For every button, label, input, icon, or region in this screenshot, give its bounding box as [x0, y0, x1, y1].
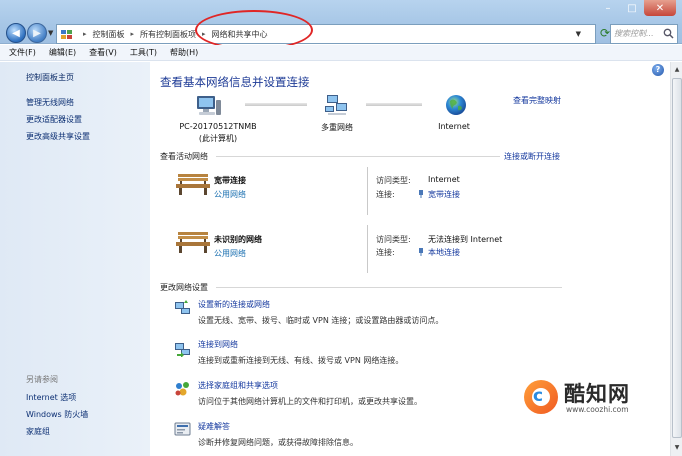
change-settings-heading: 更改网络设置 [160, 283, 208, 292]
back-button[interactable]: ◀ [6, 23, 26, 43]
full-map-link[interactable]: 查看完整映射 [513, 95, 561, 106]
task-setup-connection[interactable]: 设置新的连接或网络 [198, 299, 270, 310]
connection-link[interactable]: 本地连接 [418, 247, 460, 258]
access-type-label: 访问类型: [376, 176, 411, 185]
internet-label: Internet [438, 122, 470, 131]
network-name: 宽带连接 [214, 176, 246, 185]
minimize-button[interactable]: – [596, 0, 620, 16]
connect-disconnect-link[interactable]: 连接或断开连接 [504, 151, 560, 162]
maximize-button[interactable]: □ [620, 0, 644, 16]
task-description: 连接到或重新连接到无线、有线、拨号或 VPN 网络连接。 [198, 356, 404, 365]
close-button[interactable]: ✕ [644, 0, 676, 16]
forward-button[interactable]: ▶ [27, 23, 47, 43]
task-description: 访问位于其他网络计算机上的文件和打印机，或更改共享设置。 [198, 397, 422, 406]
history-dropdown[interactable]: ▼ [48, 29, 53, 37]
bench-network-icon [176, 232, 210, 253]
highlight-annotation [195, 10, 313, 50]
menu-edit[interactable]: 编辑(E) [49, 47, 76, 58]
access-type-value: 无法连接到 Internet [428, 235, 503, 244]
sidebar-change-adapter[interactable]: 更改适配器设置 [26, 114, 82, 125]
task-description: 设置无线、宽带、拨号、临时或 VPN 连接；或设置路由器或访问点。 [198, 316, 444, 325]
bench-network-icon [176, 174, 210, 195]
task-description: 诊断并修复网络问题，或获得故障排除信息。 [198, 438, 358, 447]
troubleshoot-icon [174, 422, 191, 436]
homegroup-icon [175, 382, 189, 396]
sidebar-internet-options[interactable]: Internet 选项 [26, 392, 76, 403]
sidebar-advanced-sharing[interactable]: 更改高级共享设置 [26, 131, 90, 142]
scroll-up-arrow-icon[interactable]: ▲ [671, 64, 682, 76]
search-placeholder: 搜索控制... [614, 29, 654, 38]
scroll-thumb[interactable] [672, 78, 682, 438]
scroll-down-arrow-icon[interactable]: ▼ [671, 442, 682, 454]
multiple-networks-icon [325, 95, 347, 115]
window-controls: – □ ✕ [596, 0, 676, 18]
address-bar[interactable]: ▸ 控制面板 ▸ 所有控制面板项 ▸ 网络和共享中心 ▼ [56, 24, 596, 44]
network-link-line [366, 103, 422, 106]
divider [367, 225, 368, 273]
access-type-label: 访问类型: [376, 235, 411, 244]
section-rule [216, 287, 562, 288]
control-panel-icon [61, 29, 72, 39]
address-dropdown[interactable]: ▼ [576, 30, 581, 38]
computer-sub-label: (此计算机) [198, 134, 238, 143]
arrow-right-icon: ▶ [33, 27, 41, 39]
sidebar: 控制面板主页 管理无线网络 更改适配器设置 更改高级共享设置 另请参阅 Inte… [0, 62, 150, 456]
vertical-scrollbar[interactable]: ▲ ▼ [670, 62, 682, 456]
plug-icon [419, 190, 423, 198]
sidebar-see-also-heading: 另请参阅 [26, 375, 58, 384]
divider [367, 167, 368, 215]
internet-globe-icon [446, 95, 466, 115]
plug-icon [419, 248, 423, 256]
page-title: 查看基本网络信息并设置连接 [160, 75, 310, 89]
network-link-line [245, 103, 307, 106]
search-icon [663, 28, 674, 39]
access-type-value: Internet [428, 175, 460, 184]
connection-name: 本地连接 [428, 248, 460, 257]
connection-name: 宽带连接 [428, 190, 460, 199]
breadcrumb-control-panel[interactable]: 控制面板 [93, 29, 125, 40]
watermark-logo-icon: c [524, 380, 558, 414]
connection-label: 连接: [376, 190, 395, 199]
menu-help[interactable]: 帮助(H) [170, 47, 198, 58]
sidebar-manage-wireless[interactable]: 管理无线网络 [26, 97, 74, 108]
computer-icon [197, 96, 221, 115]
menu-tools[interactable]: 工具(T) [130, 47, 157, 58]
section-rule [216, 156, 500, 157]
breadcrumb-all-items[interactable]: 所有控制面板项 [140, 29, 196, 40]
watermark-title: 酷知网 [564, 382, 630, 406]
new-connection-icon [175, 300, 190, 314]
network-name: 未识别的网络 [214, 235, 262, 244]
sidebar-control-panel-home[interactable]: 控制面板主页 [26, 72, 74, 83]
search-input[interactable]: 搜索控制... [610, 24, 678, 44]
help-icon[interactable]: ? [652, 64, 664, 76]
network-type-link[interactable]: 公用网络 [214, 189, 246, 200]
task-connect-network[interactable]: 连接到网络 [198, 339, 238, 350]
connection-label: 连接: [376, 248, 395, 257]
connection-link[interactable]: 宽带连接 [418, 189, 460, 200]
active-networks-heading: 查看活动网络 [160, 152, 208, 161]
sidebar-homegroup[interactable]: 家庭组 [26, 426, 50, 437]
watermark: c 酷知网 www.coozhi.com [524, 378, 656, 418]
menu-file[interactable]: 文件(F) [9, 47, 36, 58]
connect-network-icon [175, 343, 190, 357]
title-bar: – □ ✕ ◀ ▶ ▼ ▸ 控制面板 ▸ 所有控制面板项 ▸ 网络和共享中心 ▼… [0, 0, 682, 50]
network-type-link[interactable]: 公用网络 [214, 248, 246, 259]
sidebar-windows-firewall[interactable]: Windows 防火墙 [26, 409, 88, 420]
computer-node-label: PC-20170512TNMB (此计算机) [178, 122, 258, 144]
arrow-left-icon: ◀ [12, 27, 20, 39]
menu-view[interactable]: 查看(V) [89, 47, 117, 58]
task-troubleshoot[interactable]: 疑难解答 [198, 421, 230, 432]
computer-name: PC-20170512TNMB [179, 122, 257, 131]
task-homegroup-sharing[interactable]: 选择家庭组和共享选项 [198, 380, 278, 391]
menu-bar: 文件(F) 编辑(E) 查看(V) 工具(T) 帮助(H) [0, 45, 682, 61]
breadcrumb-separator: ▸ [83, 30, 87, 38]
watermark-url: www.coozhi.com [566, 405, 629, 414]
breadcrumb-separator: ▸ [130, 30, 135, 38]
multi-network-label: 多重网络 [321, 123, 353, 132]
